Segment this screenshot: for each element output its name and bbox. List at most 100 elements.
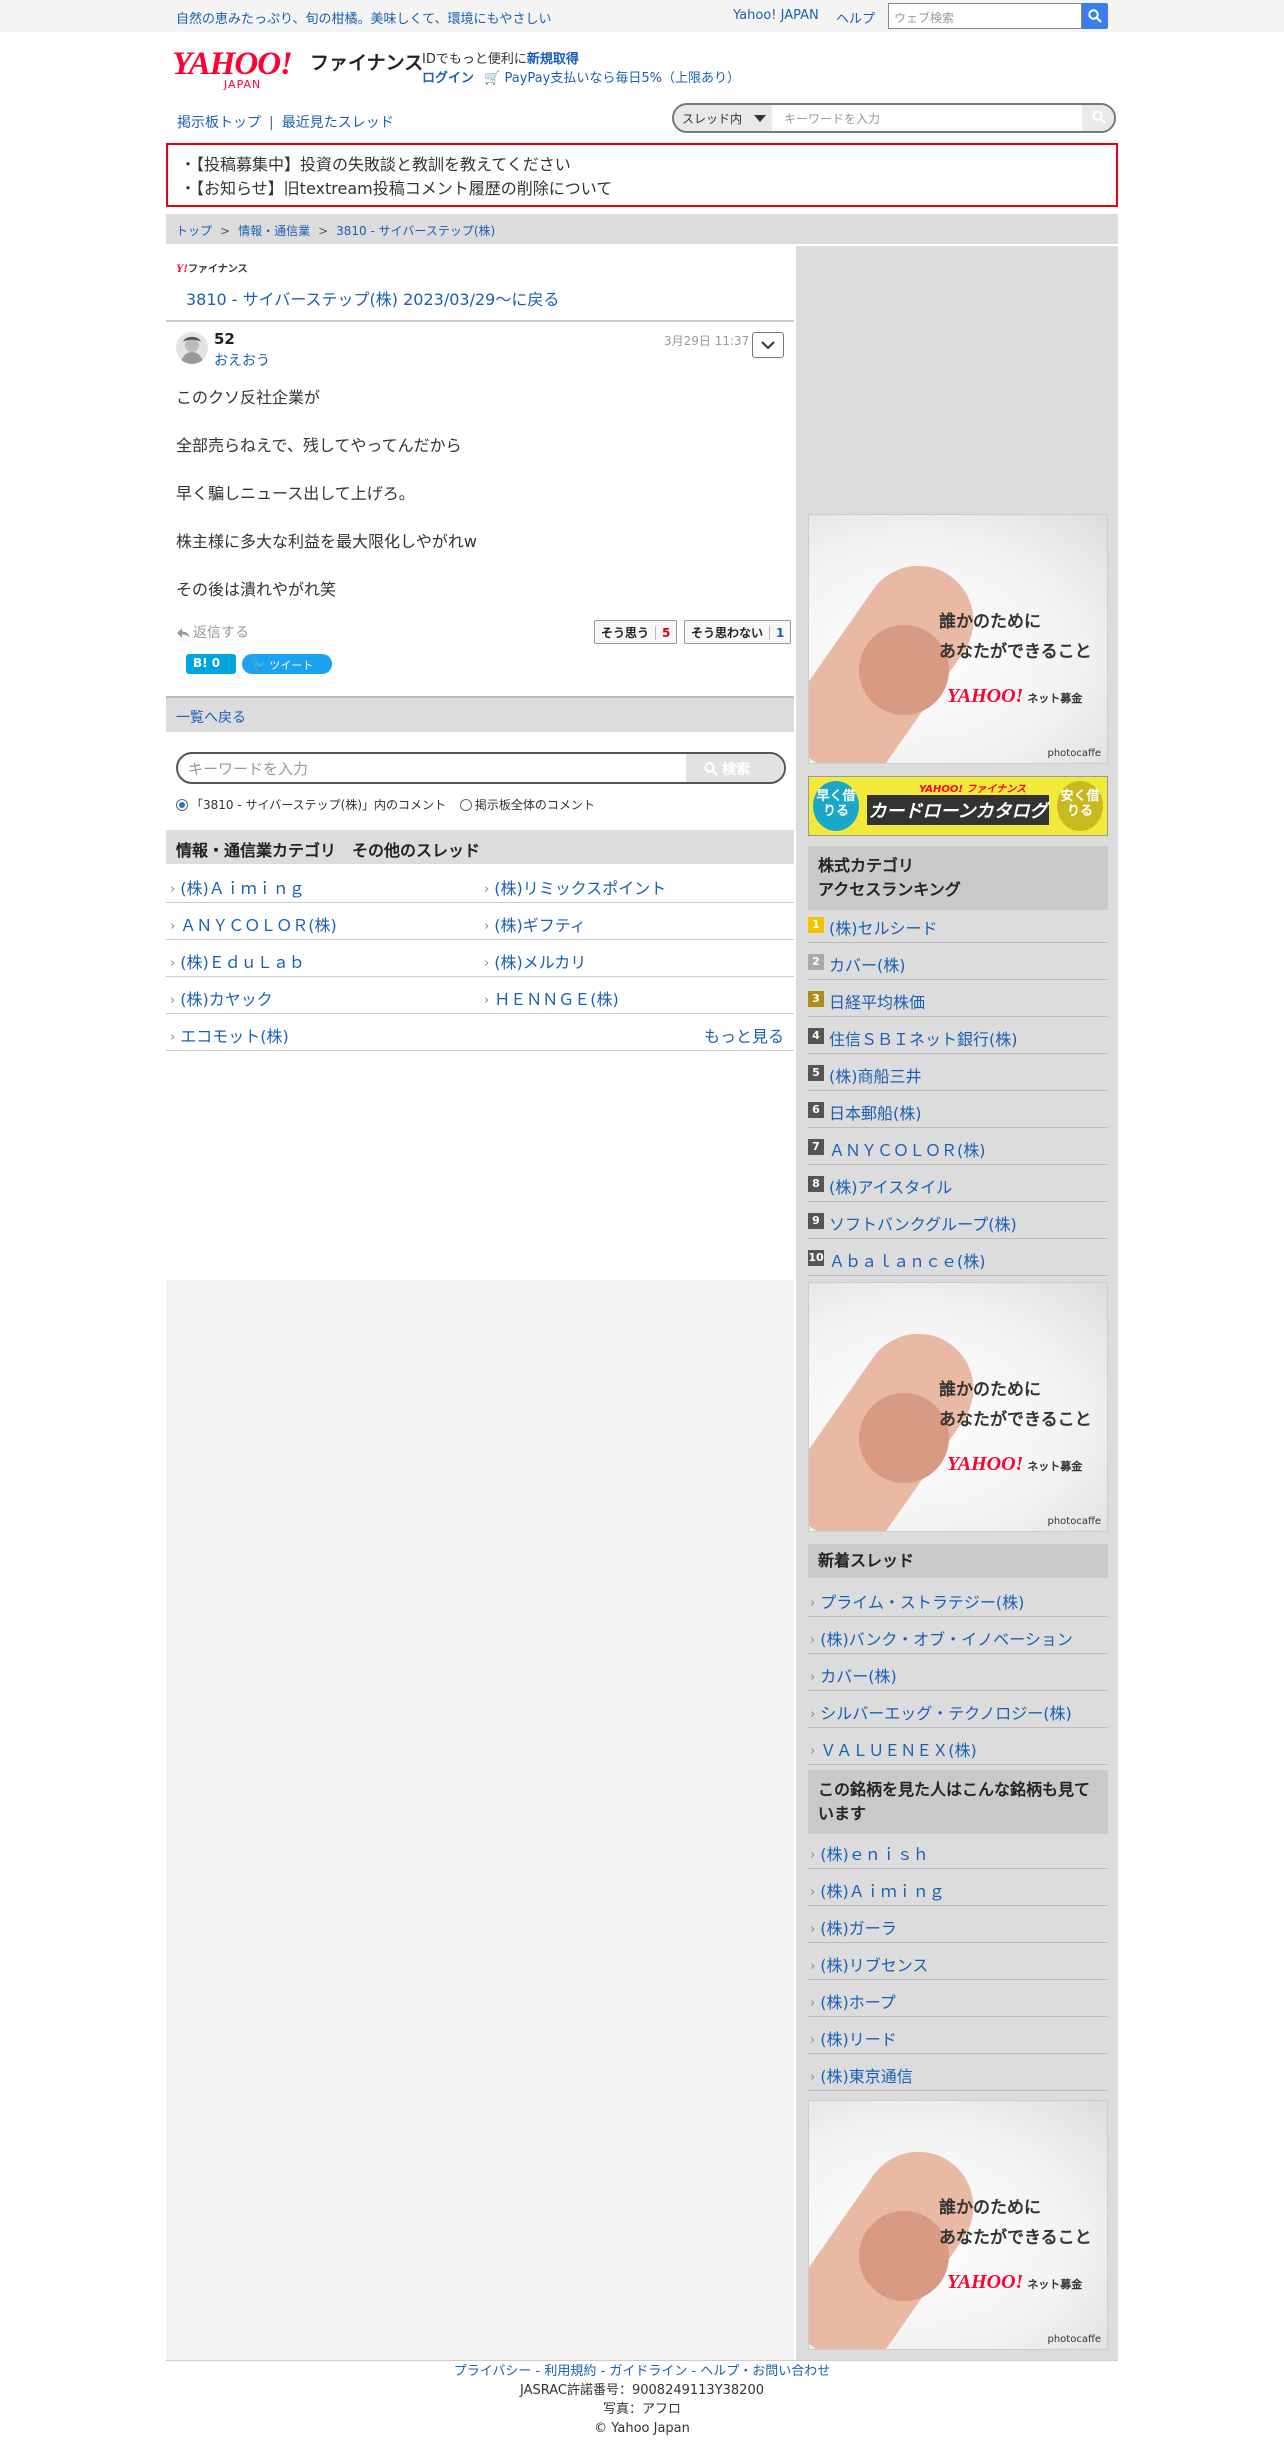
ranking-link[interactable]: 住信ＳＢＩネット銀行(株) — [829, 1026, 1018, 1050]
ranking-link[interactable]: (株)アイスタイル — [829, 1174, 952, 1198]
ranking-link[interactable]: 日本郵船(株) — [829, 1100, 922, 1124]
ad-logo: YAHOO! ネット募金 — [947, 685, 1082, 708]
more-link[interactable]: もっと見る — [704, 1023, 784, 1047]
thread-link[interactable]: ＨＥＮＮＧＥ(株) — [484, 986, 619, 1010]
ad-caption-line: 誰かのために — [939, 1380, 1041, 1400]
ad-service: ネット募金 — [1027, 2279, 1083, 2291]
login-line: ログイン 🛒 PayPay支払いなら毎日5%（上限あり） — [422, 67, 740, 86]
thread-search-input[interactable]: キーワードを入力 — [772, 105, 1082, 131]
avatar[interactable] — [176, 332, 208, 364]
paypay-link[interactable]: PayPay支払いなら毎日5%（上限あり） — [504, 71, 739, 86]
tweet-button[interactable]: 🐦 ツイート — [242, 654, 332, 674]
thread-link[interactable]: プライム・ストラテジー(株) — [810, 1589, 1024, 1613]
search-icon — [1092, 110, 1106, 124]
stock-link[interactable]: (株)Ａｉｍｉｎｇ — [810, 1878, 945, 1902]
post-user[interactable]: おえおう — [214, 350, 270, 370]
stock-link[interactable]: (株)リード — [810, 2026, 897, 2050]
hatena-bookmark-button[interactable]: B! 0 — [186, 654, 236, 674]
stock-link[interactable]: (株)東京通信 — [810, 2063, 913, 2087]
thread-back-link[interactable]: 3810 - サイバーステップ(株) 2023/03/29〜に戻る — [186, 286, 559, 310]
board-top-link[interactable]: 掲示板トップ — [177, 115, 261, 131]
ranking-link[interactable]: (株)セルシード — [829, 915, 938, 939]
ranking-link[interactable]: ＡＮＹＣＯＬＯＲ(株) — [829, 1137, 986, 1161]
radio-all[interactable] — [459, 799, 472, 811]
breadcrumb-top[interactable]: トップ — [176, 224, 212, 238]
agree-button[interactable]: そう思う 5 — [594, 620, 678, 644]
card-ad-main: カードローンカタログ — [867, 795, 1049, 825]
post-line: 早く騙しニュース出して上げろ。 — [176, 484, 415, 503]
list-item: 7 ＡＮＹＣＯＬＯＲ(株) — [808, 1128, 1108, 1165]
signup-link[interactable]: 新規取得 — [527, 52, 579, 67]
thread-link[interactable]: (株)Ａｉｍｉｎｇ — [170, 875, 305, 899]
thread-link[interactable]: エコモット(株) — [170, 1023, 289, 1047]
stock-link[interactable]: (株)リブセンス — [810, 1952, 928, 1976]
rank-badge: 9 — [808, 1213, 824, 1229]
ad-banner[interactable]: 誰かのために あなたができること YAHOO! ネット募金 photocaffe — [808, 2100, 1108, 2350]
notice-item[interactable]: ・【投稿募集中】投資の失敗談と教訓を教えてください — [180, 155, 571, 174]
thread-link[interactable]: (株)ギフティ — [484, 912, 586, 936]
promo-link[interactable]: 自然の恵みたっぷり、旬の柑橘。美味しくて、環境にもやさしい — [176, 8, 551, 27]
thread-link[interactable]: (株)メルカリ — [484, 949, 586, 973]
thread-link[interactable]: (株)ＥｄｕＬａｂ — [170, 949, 305, 973]
mini-logo-text: ファイナンス — [188, 264, 248, 275]
keyword-search-input[interactable]: キーワードを入力 — [188, 758, 308, 779]
stock-link[interactable]: (株)ｅｎｉｓｈ — [810, 1841, 929, 1865]
web-search-input[interactable]: ウェブ検索 — [888, 3, 1082, 29]
search-scope-select[interactable]: スレッド内 — [682, 110, 742, 127]
post-menu-button[interactable] — [752, 332, 784, 358]
breadcrumb-category[interactable]: 情報・通信業 — [238, 224, 310, 238]
post-line: 全部売らねえで、残してやってんだから — [176, 436, 462, 455]
stock-link[interactable]: (株)ホープ — [810, 1989, 896, 2013]
list-back-link[interactable]: 一覧へ戻る — [176, 710, 246, 726]
post-number[interactable]: 52 — [214, 330, 235, 348]
breadcrumb-separator: > — [318, 224, 329, 238]
thread-link[interactable]: (株)リミックスポイント — [484, 875, 666, 899]
radio-thread[interactable] — [176, 799, 188, 811]
ranking-heading-line: 株式カテゴリ — [818, 856, 915, 875]
list-item: (株)ｅｎｉｓｈ — [808, 1832, 1108, 1869]
ranking-link[interactable]: ソフトバンクグループ(株) — [829, 1211, 1017, 1235]
thread-link[interactable]: シルバーエッグ・テクノロジー(株) — [810, 1700, 1072, 1724]
ranking-link[interactable]: Ａｂａｌａｎｃｅ(株) — [829, 1248, 986, 1272]
disagree-button[interactable]: そう思わない 1 — [684, 620, 792, 644]
help-link[interactable]: ヘルプ — [836, 8, 875, 27]
yahoo-japan-link[interactable]: Yahoo! JAPAN — [733, 8, 819, 23]
notice-item[interactable]: ・【お知らせ】旧textream投稿コメント履歴の削除について — [180, 179, 612, 198]
board-nav: 掲示板トップ | 最近見たスレッド — [177, 112, 394, 132]
thread-search-button[interactable] — [1082, 105, 1114, 131]
thread-link[interactable]: カバー(株) — [810, 1663, 897, 1687]
sidebar: 誰かのために あなたができること YAHOO! ネット募金 photocaffe 早… — [796, 246, 1118, 2360]
stock-link[interactable]: (株)ガーラ — [810, 1915, 897, 1939]
top-bar: 自然の恵みたっぷり、旬の柑橘。美味しくて、環境にもやさしい Yahoo! JAP… — [0, 0, 1284, 32]
ranking-link[interactable]: カバー(株) — [829, 952, 906, 976]
card-loan-ad[interactable]: 早く借りる YAHOO! ファイナンス カードローンカタログ 安く借りる — [808, 776, 1108, 836]
disagree-count: 1 — [769, 626, 784, 640]
list-item: (株)Ａｉｍｉｎｇ (株)リミックスポイント — [166, 866, 794, 903]
footer-links[interactable]: プライバシー - 利用規約 - ガイドライン - ヘルプ・お問い合わせ — [454, 2364, 831, 2379]
reply-button[interactable]: 返信する — [176, 622, 249, 642]
web-search-button[interactable] — [1082, 3, 1108, 29]
ranking-link[interactable]: 日経平均株価 — [829, 989, 925, 1013]
recent-threads-link[interactable]: 最近見たスレッド — [282, 115, 394, 131]
radio-thread-label[interactable]: 「3810 - サイバーステップ(株)」内のコメント — [191, 798, 446, 812]
thread-link[interactable]: (株)カヤック — [170, 986, 273, 1010]
thread-link[interactable]: (株)バンク・オブ・イノベーション — [810, 1626, 1073, 1650]
breadcrumb-stock[interactable]: 3810 - サイバーステップ(株) — [336, 224, 495, 238]
thread-link[interactable]: ＡＮＹＣＯＬＯＲ(株) — [170, 912, 337, 936]
finance-mini-logo: Y!ファイナンス — [176, 260, 248, 276]
list-item: (株)リブセンス — [808, 1943, 1108, 1980]
jasrac-number: JASRAC許諾番号：9008249113Y38200 — [519, 2383, 764, 2398]
radio-all-label[interactable]: 掲示板全体のコメント — [475, 798, 595, 812]
finance-brand[interactable]: ファイナンス — [310, 48, 423, 75]
ad-caption-line: 誰かのために — [939, 2198, 1041, 2218]
login-link[interactable]: ログイン — [422, 71, 474, 86]
keyword-search-button[interactable]: 検索 — [686, 754, 784, 782]
ranking-heading-line: アクセスランキング — [818, 880, 961, 899]
thread-link[interactable]: ＶＡＬＵＥＮＥＸ(株) — [810, 1737, 977, 1761]
ad-banner[interactable]: 誰かのために あなたができること YAHOO! ネット募金 photocaffe — [808, 514, 1108, 764]
card-ad-right: 安く借りる — [1057, 781, 1103, 831]
divider — [166, 2360, 1118, 2361]
ranking-link[interactable]: (株)商船三井 — [829, 1063, 922, 1087]
breadcrumb: トップ > 情報・通信業 >3810 - サイバーステップ(株) — [166, 214, 1118, 244]
ad-banner[interactable]: 誰かのために あなたができること YAHOO! ネット募金 photocaffe — [808, 1282, 1108, 1532]
